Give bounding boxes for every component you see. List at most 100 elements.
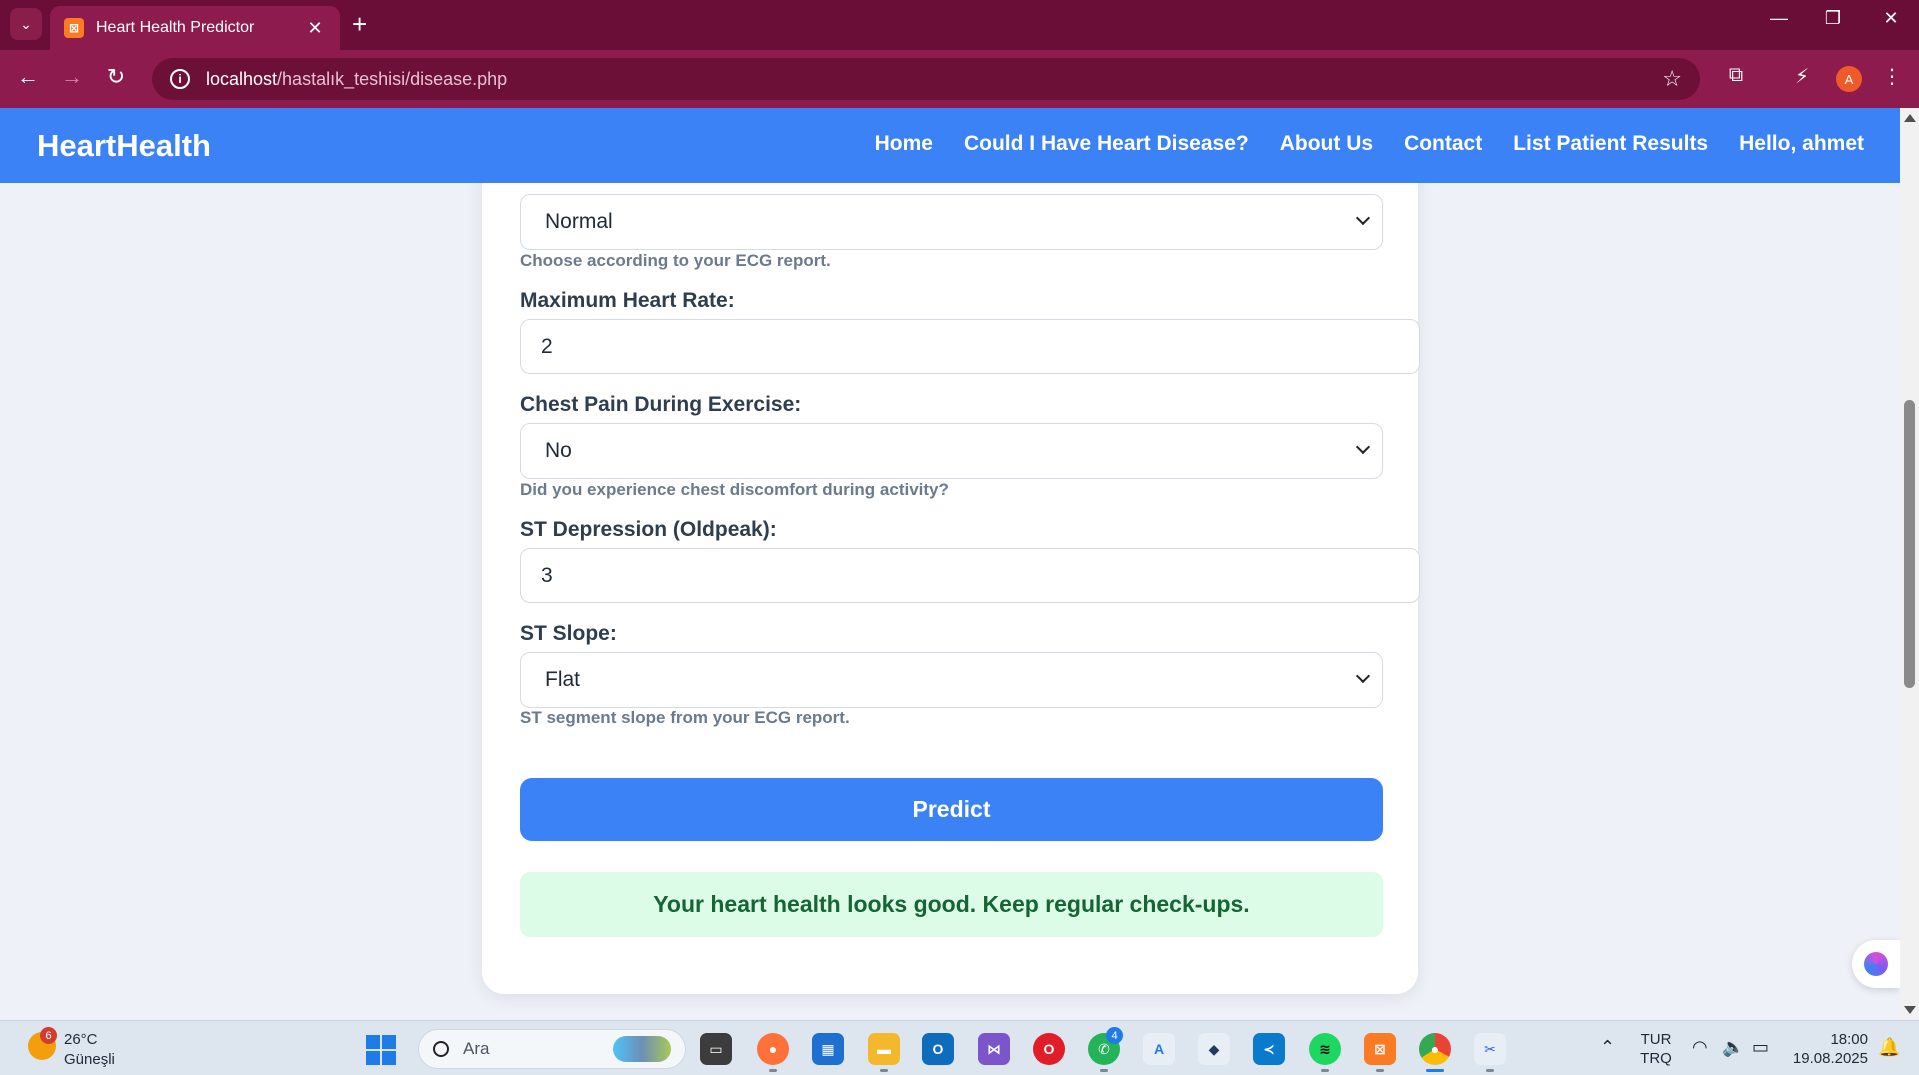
system-clock[interactable]: 18:00 19.08.2025 <box>1792 1030 1868 1068</box>
chevron-down-icon <box>1355 668 1371 684</box>
resting-ecg-value: Normal <box>545 210 613 233</box>
visual-studio-icon[interactable]: ⋈ <box>978 1033 1010 1065</box>
taskbar-search-placeholder: Ara <box>463 1039 490 1058</box>
xampp-running-dot <box>1376 1069 1384 1072</box>
firefox-icon[interactable]: ● <box>757 1033 789 1065</box>
opera-icon[interactable]: O <box>1033 1033 1065 1065</box>
site-info-icon[interactable]: i <box>170 69 190 89</box>
xampp-favicon-icon: ⊠ <box>64 18 84 38</box>
chevron-down-icon <box>1355 439 1371 455</box>
resting-ecg-hint: Choose according to your ECG report. <box>520 251 831 270</box>
whatsapp-running-dot <box>1100 1069 1108 1072</box>
weather-badge: 6 <box>40 1027 57 1044</box>
tab-close-icon[interactable]: ✕ <box>304 18 326 39</box>
restore-icon[interactable]: ❐ <box>1813 8 1853 29</box>
nav-about[interactable]: About Us <box>1280 132 1373 156</box>
oldpeak-label: ST Depression (Oldpeak): <box>520 518 777 541</box>
nav-patient-results[interactable]: List Patient Results <box>1513 132 1708 156</box>
battery-icon[interactable]: ▭ <box>1752 1037 1769 1058</box>
browser-tab-active[interactable]: ⊠ Heart Health Predictor ✕ <box>50 6 340 50</box>
url-path: /hastalık_teshisi/disease.php <box>277 68 508 89</box>
tab-title: Heart Health Predictor <box>96 19 255 36</box>
firefox-running-dot <box>769 1069 777 1072</box>
st-slope-hint: ST segment slope from your ECG report. <box>520 708 850 727</box>
performance-icon[interactable]: ⚡ <box>1786 64 1818 89</box>
snipping-tool-icon[interactable]: ✂ <box>1474 1033 1506 1065</box>
browser-tab-bar: ⌄ ⊠ Heart Health Predictor ✕ + — ❐ ✕ <box>0 0 1919 50</box>
assistant-button[interactable] <box>1852 940 1900 988</box>
nav-contact[interactable]: Contact <box>1404 132 1482 156</box>
whatsapp-badge: 4 <box>1106 1027 1123 1044</box>
page-scrollbar[interactable] <box>1900 108 1919 1020</box>
store-icon[interactable]: ▦ <box>812 1033 844 1065</box>
nav-home[interactable]: Home <box>875 132 933 156</box>
xampp-icon[interactable]: ⊠ <box>1364 1033 1396 1065</box>
prediction-result: Your heart health looks good. Keep regul… <box>520 872 1383 937</box>
oldpeak-value: 3 <box>541 563 553 587</box>
back-arrow-icon[interactable]: ← <box>12 64 44 90</box>
clock-date: 19.08.2025 <box>1792 1050 1868 1067</box>
nav-user-greeting[interactable]: Hello, ahmet <box>1739 132 1864 156</box>
more-menu-icon[interactable]: ⋮ <box>1876 64 1908 89</box>
forward-arrow-icon[interactable]: → <box>56 64 88 90</box>
virtualbox-icon[interactable]: ◆ <box>1198 1033 1230 1065</box>
address-bar[interactable]: i localhost/hastalık_teshisi/disease.php… <box>152 58 1700 100</box>
resting-ecg-select[interactable]: Normal <box>520 194 1383 250</box>
exercise-angina-select[interactable]: No <box>520 423 1383 479</box>
clock-time: 18:00 <box>1830 1031 1868 1048</box>
extensions-puzzle-icon[interactable]: ⧉ <box>1720 64 1752 87</box>
minimize-icon[interactable]: — <box>1759 8 1799 29</box>
tab-search-button[interactable]: ⌄ <box>10 8 42 40</box>
windows-start-icon[interactable] <box>366 1035 396 1065</box>
language-indicator[interactable]: TUR TRQ <box>1640 1030 1672 1068</box>
chevron-down-icon <box>1355 210 1371 226</box>
new-tab-button[interactable]: + <box>352 10 367 38</box>
exercise-angina-label: Chest Pain During Exercise: <box>520 393 802 416</box>
site-navbar: HeartHealth Home Could I Have Heart Dise… <box>0 108 1900 183</box>
max-heart-rate-input[interactable]: 2 <box>520 319 1420 374</box>
notification-bell-icon[interactable]: 🔔 <box>1878 1037 1900 1058</box>
bookmark-star-icon[interactable]: ☆ <box>1662 66 1682 92</box>
vscode-icon[interactable]: ≺ <box>1253 1033 1285 1065</box>
nav-links: Home Could I Have Heart Disease? About U… <box>875 132 1864 156</box>
translate-icon[interactable]: A <box>1143 1033 1175 1065</box>
chrome-active-indicator <box>1426 1069 1444 1072</box>
search-icon <box>433 1041 449 1057</box>
st-slope-label: ST Slope: <box>520 622 617 645</box>
weather-temperature: 26°C <box>64 1031 98 1048</box>
taskbar-search[interactable]: Ara <box>418 1029 686 1069</box>
page-viewport: Normal Choose according to your ECG repo… <box>0 108 1900 1020</box>
scroll-thumb[interactable] <box>1904 400 1915 688</box>
scroll-down-icon[interactable] <box>1904 1006 1916 1014</box>
st-slope-select[interactable]: Flat <box>520 652 1383 708</box>
close-window-icon[interactable]: ✕ <box>1871 8 1911 29</box>
scroll-up-icon[interactable] <box>1904 114 1916 122</box>
volume-icon[interactable]: 🔈 <box>1722 1037 1744 1058</box>
windows-taskbar: 6 26°C Güneşli Ara ▭ ● ▦ ▬ O ⋈ O ✆ 4 A ◆… <box>0 1020 1919 1075</box>
chrome-icon[interactable]: ● <box>1419 1033 1451 1065</box>
search-highlight-icon <box>613 1036 671 1062</box>
nav-predict[interactable]: Could I Have Heart Disease? <box>964 132 1249 156</box>
spotify-icon[interactable]: ≋ <box>1309 1033 1341 1065</box>
predict-button[interactable]: Predict <box>520 778 1383 841</box>
file-explorer-icon[interactable]: ▬ <box>868 1033 900 1065</box>
max-heart-rate-label: Maximum Heart Rate: <box>520 289 735 312</box>
snipping-tool-running-dot <box>1486 1069 1494 1072</box>
profile-avatar[interactable]: A <box>1836 66 1862 92</box>
outlook-icon[interactable]: O <box>922 1033 954 1065</box>
browser-toolbar: ← → ↻ i localhost/hastalık_teshisi/disea… <box>0 50 1919 108</box>
oldpeak-input[interactable]: 3 <box>520 548 1420 603</box>
url-host: localhost <box>206 68 278 89</box>
wifi-icon[interactable]: ◠ <box>1692 1037 1708 1058</box>
brain-icon <box>1864 952 1888 976</box>
site-brand[interactable]: HeartHealth <box>37 128 211 164</box>
max-heart-rate-value: 2 <box>541 334 553 358</box>
spotify-running-dot <box>1321 1069 1329 1072</box>
tray-chevron-up-icon[interactable]: ⌃ <box>1600 1037 1615 1058</box>
exercise-angina-hint: Did you experience chest discomfort duri… <box>520 480 949 499</box>
reload-icon[interactable]: ↻ <box>100 64 132 90</box>
st-slope-value: Flat <box>545 668 581 691</box>
weather-description: Güneşli <box>64 1051 115 1068</box>
chevron-down-icon: ⌄ <box>20 15 32 32</box>
task-view-icon[interactable]: ▭ <box>700 1033 732 1065</box>
